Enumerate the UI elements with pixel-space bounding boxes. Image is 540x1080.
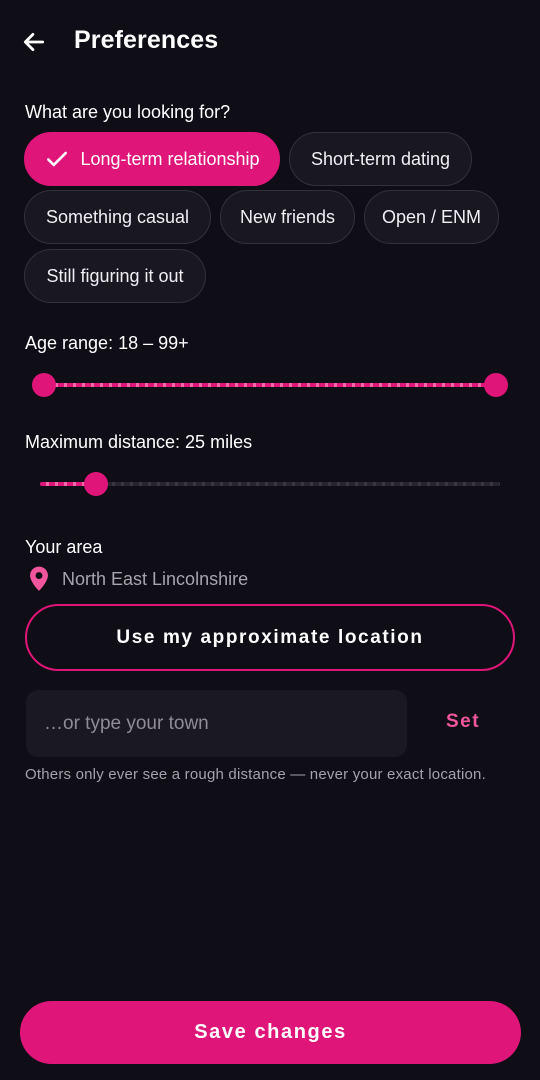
town-input[interactable]: [26, 690, 407, 757]
slider-active-track: [40, 383, 500, 387]
chip-label: Long-term relationship: [80, 148, 260, 169]
check-icon: [44, 146, 70, 172]
save-changes-button[interactable]: Save changes: [20, 1001, 521, 1064]
age-range-slider[interactable]: [32, 370, 508, 400]
use-approximate-location-button[interactable]: Use my approximate location: [25, 604, 515, 671]
looking-for-label: What are you looking for?: [25, 102, 231, 122]
chip-long-term-relationship[interactable]: Long-term relationship: [24, 132, 280, 186]
chip-label: Open / ENM: [381, 206, 482, 227]
distance-slider[interactable]: [40, 469, 500, 499]
preferences-screen: Preferences What are you looking for? Lo…: [0, 0, 540, 1080]
set-town-button[interactable]: Set: [425, 700, 501, 744]
back-button[interactable]: [14, 22, 54, 62]
slider-track: [40, 482, 500, 486]
page-title: Preferences: [74, 26, 219, 54]
chip-label: Short-term dating: [310, 148, 451, 169]
privacy-note: Others only ever see a rough distance — …: [25, 766, 486, 783]
current-area: North East Lincolnshire: [26, 565, 248, 593]
top-app-bar: Preferences: [0, 0, 540, 82]
arrow-left-icon: [21, 29, 47, 55]
current-area-text: North East Lincolnshire: [62, 568, 249, 589]
chip-new-friends[interactable]: New friends: [220, 190, 355, 244]
chip-open-enm[interactable]: Open / ENM: [364, 190, 499, 244]
chip-something-casual[interactable]: Something casual: [24, 190, 211, 244]
your-area-label: Your area: [25, 537, 103, 557]
age-range-label: Age range: 18 – 99+: [25, 333, 189, 353]
chip-still-figuring-it-out[interactable]: Still figuring it out: [24, 249, 206, 303]
age-max-thumb[interactable]: [484, 373, 508, 397]
location-pin-icon: [26, 565, 52, 593]
button-label: Save changes: [194, 1021, 347, 1043]
age-min-thumb[interactable]: [32, 373, 56, 397]
chip-label: Something casual: [45, 206, 190, 227]
chip-label: Still figuring it out: [46, 265, 184, 286]
chip-label: New friends: [239, 206, 336, 227]
distance-label: Maximum distance: 25 miles: [25, 432, 253, 452]
distance-thumb[interactable]: [84, 472, 109, 496]
button-label: Use my approximate location: [116, 626, 424, 648]
chip-short-term-dating[interactable]: Short-term dating: [289, 132, 472, 186]
